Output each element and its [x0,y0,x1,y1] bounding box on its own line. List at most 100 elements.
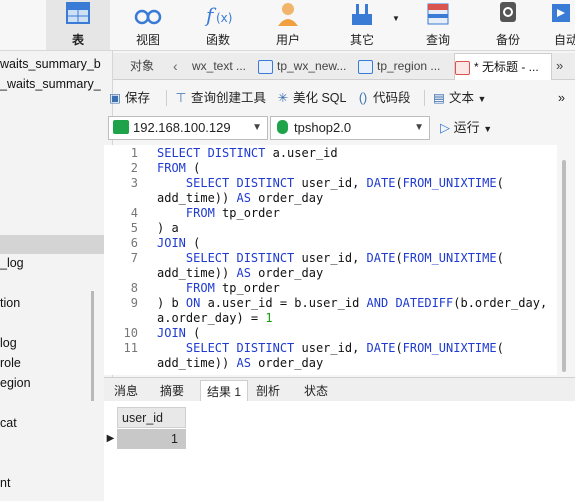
tree-item[interactable]: nt [0,476,10,490]
text-label: 文本 [449,91,475,105]
toolbar-divider [424,90,425,106]
text-icon: ▤ [433,91,445,105]
column-header-user-id[interactable]: user_id [117,407,186,428]
chevron-down-icon: ▼ [477,94,487,104]
tab-label: wx_text ... [192,59,247,73]
text-button[interactable]: ▤ 文本 ▼ [432,88,486,108]
editor-tab-bar: 对象 ‹ wx_text ... tp_wx_new... tp_region … [113,53,575,80]
tree-scrollbar[interactable] [91,291,94,401]
code-line: FROM ( [157,161,201,175]
code-line: add_time)) AS order_day [157,356,324,370]
user-icon [278,3,298,26]
ribbon-function-button[interactable]: f (x) 函数 [186,0,250,50]
ribbon-query-button[interactable]: 查询 [406,0,470,50]
snippet-label: 代码段 [373,91,411,105]
query-tab-icon [455,60,470,75]
query-icon [427,3,449,25]
query-builder-icon: ⊤ [175,91,187,105]
connection-select[interactable]: 192.168.100.129 ▼ [108,116,268,140]
ribbon-others-label: 其它 [349,33,374,47]
line-number: 8 [130,281,138,295]
run-button[interactable]: ▷ 运行 ▼ [440,118,492,139]
connection-icon [113,120,129,134]
tab-overflow-icon[interactable]: » [556,53,570,79]
line-number: 7 [130,251,138,265]
play-icon: ▷ [440,120,450,135]
save-label: 保存 [125,91,151,105]
query-toolbar: ▣ 保存 ⊤ 查询创建工具 ✳ 美化 SQL () 代码段 ▤ 文本 ▼ » [104,84,575,110]
tab-status[interactable]: 状态 [298,380,334,402]
tree-item[interactable]: egion [0,376,31,390]
line-number: 1 [130,146,138,160]
tab-messages[interactable]: 消息 [106,380,146,402]
ribbon-view-button[interactable]: 视图 [116,0,180,50]
dropdown-arrow-icon[interactable]: ▼ [392,14,400,23]
selected-row-highlight [0,235,112,254]
table-tab-icon [358,59,373,74]
database-select[interactable]: tpshop2.0 ▼ [270,116,430,140]
sql-editor[interactable]: 1 SELECT DISTINCT a.user_id 2 FROM ( 3 S… [104,145,557,375]
tree-item[interactable]: _log [0,256,24,270]
object-tree-pane[interactable]: waits_summary_b _waits_summary_ _log tio… [0,51,113,501]
tab-untitled-query[interactable]: * 无标题 - ... [454,53,552,80]
code-snippet-button[interactable]: () 代码段 [356,88,411,108]
tree-item[interactable]: role [0,356,21,370]
beautify-sql-button[interactable]: ✳ 美化 SQL [276,88,347,108]
chevron-down-icon: ▼ [483,124,493,134]
table-icon [66,2,90,24]
tab-region[interactable]: tp_region ... [358,53,452,79]
line-number: 4 [130,206,138,220]
tab-wx-new[interactable]: tp_wx_new... [258,53,354,79]
code-line: SELECT DISTINCT user_id, DATE(FROM_UNIXT… [185,251,504,265]
tree-item[interactable]: log [0,336,17,350]
code-line: add_time)) AS order_day [157,191,324,205]
tree-item[interactable]: tion [0,296,20,310]
ribbon-function-label: 函数 [205,33,230,47]
tree-item[interactable]: cat [0,416,17,430]
backup-icon [500,2,516,22]
tab-label: tp_wx_new... [277,59,347,73]
save-icon: ▣ [109,91,121,105]
table-tab-icon [258,59,273,74]
tree-item[interactable]: _waits_summary_ [0,77,101,91]
result-cell[interactable]: 1 [117,429,186,449]
code-line: ) b ON a.user_id = b.user_id AND DATEDIF… [157,296,548,310]
tab-scroll-left-icon[interactable]: ‹ [173,53,187,79]
ribbon-user-button[interactable]: 用户 [256,0,320,50]
ribbon-view-label: 视图 [135,33,160,47]
ribbon-others-button[interactable]: 其它 ▼ [330,0,400,50]
code-line: SELECT DISTINCT user_id, DATE(FROM_UNIXT… [185,176,504,190]
line-number: 2 [130,161,138,175]
database-icon [277,120,288,134]
toolbar-divider [166,90,167,106]
ribbon-automation-button[interactable]: 自动 [540,0,575,50]
current-row-indicator-icon: ▶ [106,433,115,444]
code-line: SELECT DISTINCT a.user_id [157,146,338,160]
tab-summary[interactable]: 摘要 [150,380,194,402]
save-button[interactable]: ▣ 保存 [108,88,150,108]
tab-label: * 无标题 - ... [474,60,539,74]
line-number: 5 [130,221,138,235]
tab-objects[interactable]: 对象 [113,53,171,79]
tree-item[interactable]: waits_summary_b [0,57,101,71]
ribbon-user-label: 用户 [275,33,300,47]
tab-result-1[interactable]: 结果 1 [200,380,248,403]
query-builder-button[interactable]: ⊤ 查询创建工具 [174,88,266,108]
toolbar-overflow-button[interactable]: » [558,88,565,108]
query-builder-label: 查询创建工具 [191,91,267,105]
function-icon: f (x) [204,3,232,26]
connection-host: 192.168.100.129 [133,120,231,135]
ribbon-table-button[interactable]: 表 [46,0,110,50]
tab-profile[interactable]: 剖析 [250,380,286,402]
svg-text:(x): (x) [216,11,232,25]
ribbon-table-label: 表 [71,33,84,47]
run-label: 运行 [453,120,480,135]
tab-wx-text[interactable]: wx_text ... [192,53,256,79]
main-ribbon: 表 视图 f (x) 函数 用户 其它 ▼ 查询 备份 自动 [0,0,575,51]
ribbon-backup-button[interactable]: 备份 [476,0,540,50]
tools-icon [352,4,372,25]
view-icon [134,9,162,25]
code-line: JOIN ( [157,326,201,340]
code-line: add_time)) AS order_day [157,266,324,280]
editor-scrollbar[interactable] [562,160,566,372]
